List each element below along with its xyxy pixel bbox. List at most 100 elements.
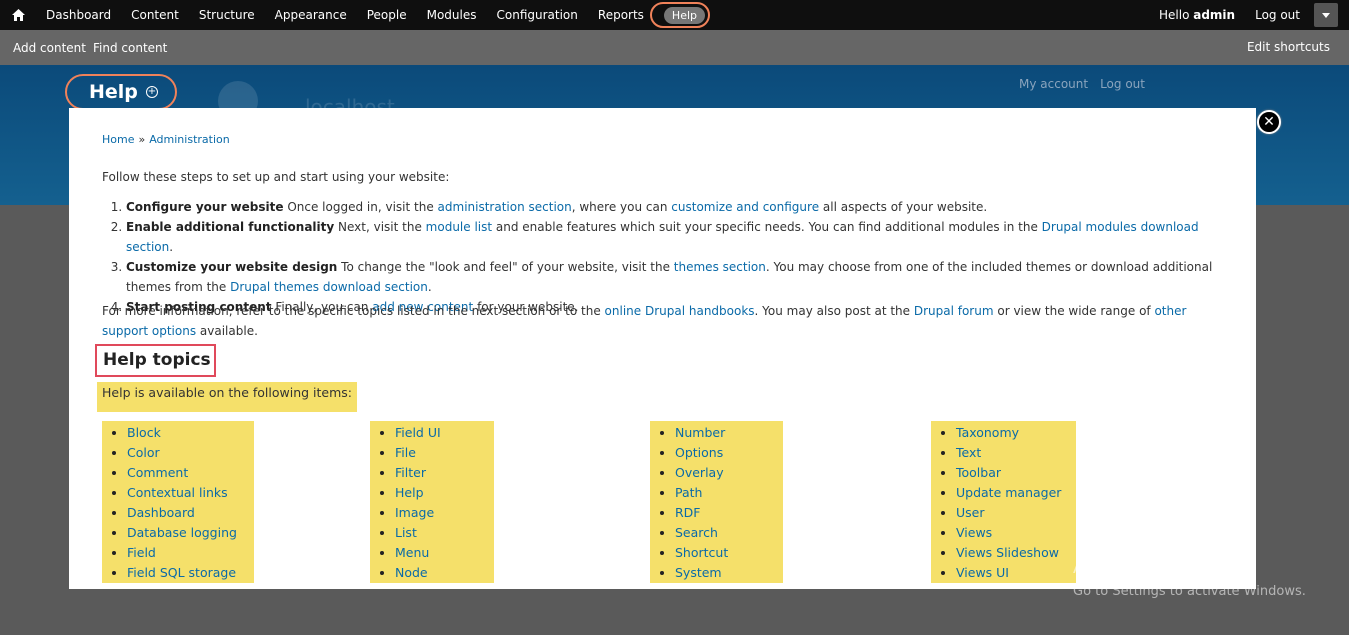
help-topic-node[interactable]: Node	[395, 565, 428, 580]
help-topic-item: Overlay	[675, 463, 777, 483]
toolbar-item-modules[interactable]: Modules	[417, 0, 487, 30]
help-topic-text[interactable]: Text	[956, 445, 981, 460]
help-topic-field-ui[interactable]: Field UI	[395, 425, 441, 440]
step-link-themes-section[interactable]: themes section	[674, 260, 766, 274]
help-topic-item: Node	[395, 563, 488, 583]
username[interactable]: admin	[1193, 8, 1235, 22]
shortcut-find-content[interactable]: Find content	[93, 41, 174, 55]
help-topic-item: Toolbar	[956, 463, 1070, 483]
help-topic-item: Text	[956, 443, 1070, 463]
topics-column-4: Taxonomy Text Toolbar Update manager User Vie…	[931, 421, 1076, 583]
help-topic-update-manager[interactable]: Update manager	[956, 485, 1061, 500]
step-title: Customize your website design	[126, 260, 338, 274]
header-link-my-account[interactable]: My account	[1019, 77, 1088, 91]
help-topic-help[interactable]: Help	[395, 485, 424, 500]
help-topic-file[interactable]: File	[395, 445, 416, 460]
help-topic-image[interactable]: Image	[395, 505, 434, 520]
step-text: , where you can	[571, 200, 672, 214]
help-topic-rdf[interactable]: RDF	[675, 505, 701, 520]
add-shortcut-icon[interactable]: +	[145, 86, 158, 98]
step-text: and enable features which suit your spec…	[492, 220, 1042, 234]
toolbar-item-appearance[interactable]: Appearance	[265, 0, 357, 30]
help-topic-item: Menu	[395, 543, 488, 563]
activate-windows-title: Activate Windows	[1073, 558, 1224, 578]
step-title: Configure your website	[126, 200, 284, 214]
setup-step: Configure your website Once logged in, v…	[126, 197, 1227, 217]
help-topics-heading: Help topics	[95, 344, 216, 377]
home-icon[interactable]	[0, 0, 36, 30]
help-topic-shortcut[interactable]: Shortcut	[675, 545, 728, 560]
toolbar-item-configuration[interactable]: Configuration	[487, 0, 588, 30]
toolbar-item-structure[interactable]: Structure	[189, 0, 265, 30]
setup-step: Enable additional functionality Next, vi…	[126, 217, 1227, 257]
step-text: .	[169, 240, 174, 254]
close-icon[interactable]: ✕	[1257, 110, 1281, 134]
help-topic-taxonomy[interactable]: Taxonomy	[956, 425, 1019, 440]
help-topic-list[interactable]: List	[395, 525, 417, 540]
topics-column-1: Block Color Comment Contextual links Dashboa…	[102, 421, 254, 583]
edit-shortcuts-link[interactable]: Edit shortcuts	[1247, 40, 1330, 54]
help-topic-item: RDF	[675, 503, 777, 523]
toolbar-drawer-toggle[interactable]	[1314, 3, 1338, 27]
user-greeting: Hello admin	[1159, 8, 1236, 22]
toolbar-item-people[interactable]: People	[357, 0, 417, 30]
more-info-text: For more information, refer to the speci…	[102, 301, 1227, 341]
step-link-drupal-themes-download-section[interactable]: Drupal themes download section	[230, 280, 428, 294]
more-link-drupal-forum[interactable]: Drupal forum	[914, 304, 994, 318]
help-topic-item: Help	[395, 483, 488, 503]
help-topic-views[interactable]: Views	[956, 525, 992, 540]
help-topic-item: Number	[675, 423, 777, 443]
help-topic-color[interactable]: Color	[127, 445, 160, 460]
activate-windows-subtitle: Go to Settings to activate Windows.	[1073, 584, 1306, 599]
toolbar-item-content[interactable]: Content	[121, 0, 189, 30]
help-topic-comment[interactable]: Comment	[127, 465, 188, 480]
more-text: available.	[196, 324, 258, 338]
help-topic-number[interactable]: Number	[675, 425, 725, 440]
more-text: . You may also post at the	[754, 304, 914, 318]
more-link-online-drupal-handbooks[interactable]: online Drupal handbooks	[605, 304, 755, 318]
help-topic-dashboard[interactable]: Dashboard	[127, 505, 195, 520]
toolbar-item-help[interactable]: Help	[649, 0, 715, 30]
toolbar-item-reports[interactable]: Reports	[588, 0, 654, 30]
step-link-customize-and-configure[interactable]: customize and configure	[671, 200, 819, 214]
help-topic-item: Database logging	[127, 523, 248, 543]
help-topic-user[interactable]: User	[956, 505, 985, 520]
help-topic-filter[interactable]: Filter	[395, 465, 426, 480]
help-highlight-ring	[649, 2, 710, 28]
help-topic-item: Field SQL storage	[127, 563, 248, 583]
step-link-administration-section[interactable]: administration section	[438, 200, 572, 214]
help-topic-block[interactable]: Block	[127, 425, 161, 440]
help-topic-toolbar[interactable]: Toolbar	[956, 465, 1001, 480]
intro-text: Follow these steps to set up and start u…	[102, 170, 450, 184]
shortcuts-bar: Add content Find content Edit shortcuts	[0, 30, 1349, 65]
help-topic-menu[interactable]: Menu	[395, 545, 429, 560]
help-topic-item: Path	[675, 483, 777, 503]
help-topic-overlay[interactable]: Overlay	[675, 465, 724, 480]
help-topic-path[interactable]: Path	[675, 485, 702, 500]
help-topic-contextual-links[interactable]: Contextual links	[127, 485, 228, 500]
help-topic-item: Views Slideshow	[956, 543, 1070, 563]
step-link-module-list[interactable]: module list	[426, 220, 492, 234]
shortcut-add-content[interactable]: Add content	[0, 41, 93, 55]
help-topic-item: Filter	[395, 463, 488, 483]
breadcrumb-administration[interactable]: Administration	[149, 133, 230, 146]
toolbar-logout-link[interactable]: Log out	[1245, 8, 1314, 22]
more-text: or view the wide range of	[993, 304, 1155, 318]
topics-column-2: Field UI File Filter Help Image List Menu Node	[370, 421, 494, 583]
help-topic-views-ui[interactable]: Views UI	[956, 565, 1009, 580]
help-topic-views-slideshow[interactable]: Views Slideshow	[956, 545, 1059, 560]
help-topic-item: Field	[127, 543, 248, 563]
header-link-log-out[interactable]: Log out	[1100, 77, 1145, 91]
setup-steps: Configure your website Once logged in, v…	[102, 197, 1227, 317]
help-topic-item: User	[956, 503, 1070, 523]
step-text: Next, visit the	[334, 220, 426, 234]
breadcrumb-home[interactable]: Home	[102, 133, 134, 146]
toolbar-item-dashboard[interactable]: Dashboard	[36, 0, 121, 30]
help-topic-search[interactable]: Search	[675, 525, 718, 540]
help-topic-item: Contextual links	[127, 483, 248, 503]
help-topic-field[interactable]: Field	[127, 545, 156, 560]
help-topic-options[interactable]: Options	[675, 445, 723, 460]
help-topic-field-sql-storage[interactable]: Field SQL storage	[127, 565, 236, 580]
help-topic-database-logging[interactable]: Database logging	[127, 525, 237, 540]
help-topic-system[interactable]: System	[675, 565, 722, 580]
